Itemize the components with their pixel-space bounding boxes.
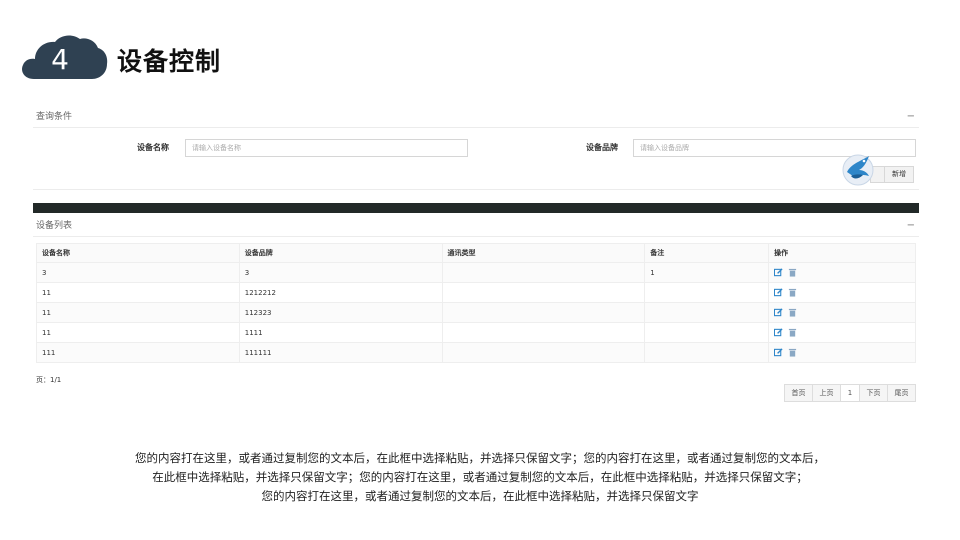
cell-note: [644, 322, 770, 343]
cell-actions: [768, 262, 916, 283]
cell-note: [644, 302, 770, 323]
delete-icon[interactable]: [788, 328, 797, 337]
list-panel-header: 设备列表 −: [33, 215, 919, 237]
description-line: 在此框中选择粘贴，并选择只保留文字；您的内容打在这里，或者通过复制您的文本后，在…: [152, 470, 808, 484]
cell-comm-type: [441, 322, 646, 343]
edit-icon[interactable]: [774, 328, 783, 337]
description-text: 您的内容打在这里，或者通过复制您的文本后，在此框中选择粘贴，并选择只保留文字；您…: [60, 449, 900, 506]
query-panel-title: 查询条件: [36, 112, 73, 122]
cell-actions: [768, 322, 916, 343]
cell-device-name: 11: [36, 322, 240, 343]
last-page-button[interactable]: 尾页: [887, 384, 916, 402]
device-name-label: 设备名称: [137, 143, 169, 152]
column-header[interactable]: 设备名称: [36, 243, 240, 263]
delete-icon[interactable]: [788, 348, 797, 357]
bird-logo-icon: [841, 152, 875, 186]
column-header[interactable]: 设备品牌: [238, 243, 443, 263]
cell-comm-type: [441, 342, 646, 363]
cell-device-name: 111: [36, 342, 240, 363]
cell-device-name: 11: [36, 302, 240, 323]
add-button[interactable]: 新增: [884, 166, 914, 183]
cell-device-brand: 1111: [238, 322, 443, 343]
description-line: 您的内容打在这里，或者通过复制您的文本后，在此框中选择粘贴，并选择只保留文字；您…: [135, 451, 825, 465]
delete-icon[interactable]: [788, 288, 797, 297]
cell-comm-type: [441, 302, 646, 323]
description-line: 您的内容打在这里，或者通过复制您的文本后，在此框中选择粘贴，并选择只保留文字: [261, 489, 699, 503]
device-table: 设备名称 设备品牌 通讯类型 备注 操作 3 3 1 11 1212212 11…: [36, 243, 916, 363]
table-row: 3 3 1: [36, 262, 916, 283]
query-collapse-button[interactable]: −: [907, 106, 915, 128]
slide-title: 设备控制: [117, 47, 222, 76]
table-row: 11 1111: [36, 322, 916, 343]
cell-device-brand: 3: [238, 262, 443, 283]
delete-icon[interactable]: [788, 268, 797, 277]
cell-note: 1: [644, 262, 770, 283]
cell-note: [644, 282, 770, 303]
device-brand-label: 设备品牌: [586, 143, 618, 152]
slide-number: 4: [51, 43, 69, 76]
list-collapse-button[interactable]: −: [907, 215, 915, 237]
prev-page-button[interactable]: 上页: [812, 384, 841, 402]
table-row: 111 111111: [36, 342, 916, 363]
cell-device-name: 3: [36, 262, 240, 283]
page-number-button[interactable]: 1: [840, 384, 860, 402]
page-info: 页：1/1: [36, 376, 62, 384]
column-header[interactable]: 通讯类型: [441, 243, 646, 263]
section-divider-bar: [33, 203, 919, 213]
cell-actions: [768, 342, 916, 363]
list-panel-title: 设备列表: [36, 221, 73, 231]
table-header-row: 设备名称 设备品牌 通讯类型 备注 操作: [36, 243, 916, 263]
cell-note: [644, 342, 770, 363]
pagination: 首页 上页 1 下页 尾页: [784, 384, 916, 402]
cell-comm-type: [441, 262, 646, 283]
device-name-input[interactable]: [185, 139, 468, 157]
cell-device-brand: 112323: [238, 302, 443, 323]
edit-icon[interactable]: [774, 288, 783, 297]
cell-comm-type: [441, 282, 646, 303]
next-page-button[interactable]: 下页: [859, 384, 888, 402]
edit-icon[interactable]: [774, 308, 783, 317]
cell-actions: [768, 282, 916, 303]
table-row: 11 112323: [36, 302, 916, 323]
delete-icon[interactable]: [788, 308, 797, 317]
cell-device-name: 11: [36, 282, 240, 303]
first-page-button[interactable]: 首页: [784, 384, 813, 402]
cell-actions: [768, 302, 916, 323]
query-form: [33, 128, 919, 190]
column-header[interactable]: 备注: [644, 243, 770, 263]
edit-icon[interactable]: [774, 348, 783, 357]
table-row: 11 1212212: [36, 282, 916, 303]
cell-device-brand: 1212212: [238, 282, 443, 303]
column-header[interactable]: 操作: [768, 243, 916, 263]
edit-icon[interactable]: [774, 268, 783, 277]
cell-device-brand: 111111: [238, 342, 443, 363]
query-panel-header: 查询条件 −: [33, 106, 919, 128]
